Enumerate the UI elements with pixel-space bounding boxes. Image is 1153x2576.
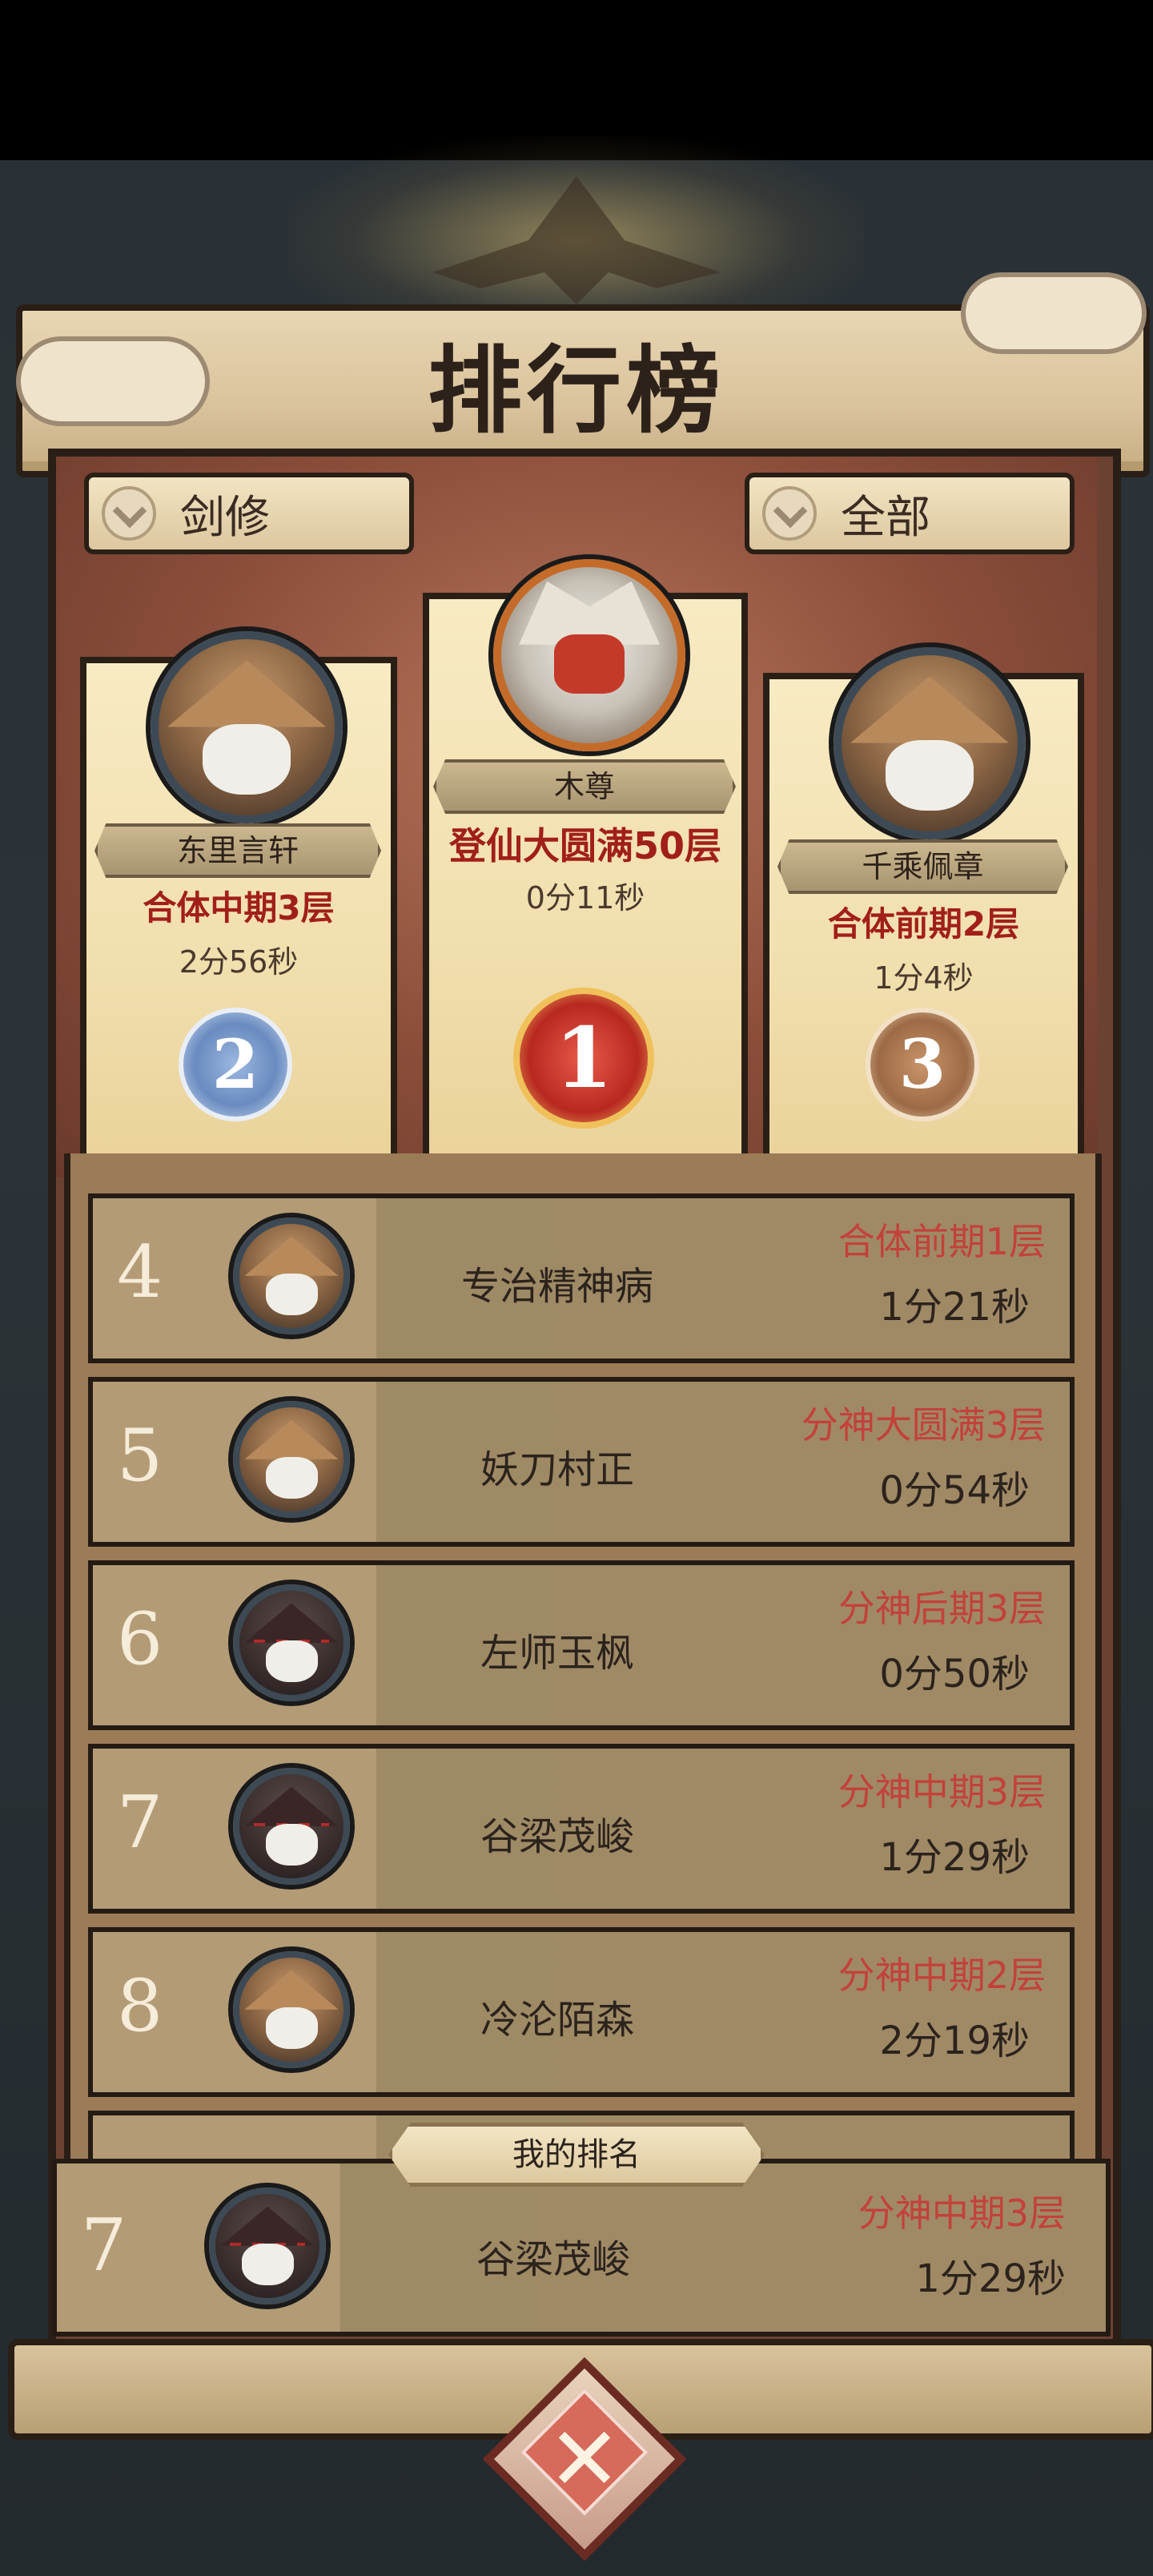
my-rank-number: 7 bbox=[81, 2204, 127, 2288]
row-rank: 8 bbox=[117, 1964, 163, 2048]
row-time: 0分54秒 bbox=[879, 1468, 1030, 1513]
podium-time: 2分56秒 bbox=[179, 944, 299, 980]
podium-name: 千乘佩章 bbox=[777, 839, 1068, 894]
podium-name: 东里言轩 bbox=[94, 823, 381, 878]
podium-time: 0分11秒 bbox=[525, 880, 645, 916]
avatar bbox=[233, 1401, 350, 1518]
podium-name: 木尊 bbox=[433, 759, 736, 814]
avatar bbox=[233, 1584, 350, 1701]
row-name: 妖刀村正 bbox=[480, 1447, 634, 1492]
avatar bbox=[151, 631, 343, 823]
row-realm: 分神大圆满3层 bbox=[801, 1403, 1046, 1447]
table-row[interactable]: 6 左师玉枫 分神后期3层 0分50秒 bbox=[88, 1560, 1075, 1730]
page-title: 排行榜 bbox=[427, 335, 725, 446]
table-row[interactable]: 8 冷沦陌森 分神中期2层 2分19秒 bbox=[88, 1927, 1075, 2097]
avatar bbox=[493, 559, 685, 751]
table-row[interactable]: 7 谷梁茂峻 分神中期3层 1分29秒 bbox=[88, 1744, 1075, 1914]
row-name: 专治精神病 bbox=[460, 1264, 653, 1309]
row-realm: 分神后期3层 bbox=[838, 1587, 1046, 1630]
avatar bbox=[233, 1768, 350, 1885]
row-rank: 5 bbox=[117, 1414, 163, 1498]
chevron-down-icon bbox=[102, 486, 156, 541]
row-name: 谷梁茂峻 bbox=[480, 1814, 634, 1859]
podium-third[interactable]: 千乘佩章 合体前期2层 1分4秒 3 bbox=[763, 647, 1084, 1166]
podium-realm: 登仙大圆满50层 bbox=[448, 824, 721, 867]
rank-medal-gold: 1 bbox=[513, 988, 654, 1129]
row-rank: 4 bbox=[117, 1230, 163, 1314]
row-rank: 6 bbox=[117, 1597, 163, 1681]
my-rank-label: 我的排名 bbox=[388, 2123, 765, 2187]
avatar bbox=[233, 1218, 350, 1334]
my-rank-realm: 分神中期3层 bbox=[858, 2192, 1066, 2235]
podium-realm: 合体前期2层 bbox=[827, 904, 1020, 944]
scope-dropdown-label: 全部 bbox=[841, 491, 930, 544]
table-row[interactable]: 4 专治精神病 合体前期1层 1分21秒 bbox=[88, 1193, 1075, 1363]
row-realm: 分神中期3层 bbox=[838, 1770, 1046, 1813]
scope-dropdown[interactable]: 全部 bbox=[745, 473, 1075, 554]
row-time: 2分19秒 bbox=[879, 2019, 1030, 2063]
row-time: 1分29秒 bbox=[879, 1835, 1030, 1880]
table-row[interactable]: 5 妖刀村正 分神大圆满3层 0分54秒 bbox=[88, 1377, 1075, 1547]
row-rank: 7 bbox=[117, 1781, 163, 1865]
rank-medal-bronze: 3 bbox=[866, 1008, 979, 1121]
avatar bbox=[209, 2188, 326, 2304]
row-realm: 分神中期2层 bbox=[838, 1954, 1046, 1997]
row-time: 0分50秒 bbox=[879, 1652, 1030, 1697]
podium-first[interactable]: 木尊 登仙大圆满50层 0分11秒 1 bbox=[423, 559, 748, 1166]
avatar bbox=[834, 647, 1026, 839]
row-name: 冷沦陌森 bbox=[480, 1998, 634, 2043]
row-time: 1分21秒 bbox=[879, 1285, 1030, 1330]
avatar bbox=[233, 1951, 350, 2068]
row-realm: 合体前期1层 bbox=[838, 1220, 1046, 1263]
podium-second[interactable]: 东里言轩 合体中期3层 2分56秒 2 bbox=[80, 631, 397, 1166]
row-name: 左师玉枫 bbox=[480, 1631, 634, 1676]
close-icon[interactable]: ✕ bbox=[512, 2387, 657, 2531]
sect-dropdown-label: 剑修 bbox=[180, 491, 270, 544]
chevron-down-icon bbox=[762, 486, 817, 541]
podium-realm: 合体中期3层 bbox=[143, 888, 335, 928]
rank-medal-silver: 2 bbox=[179, 1008, 292, 1121]
my-rank-time: 1分29秒 bbox=[915, 2256, 1066, 2301]
sect-dropdown[interactable]: 剑修 bbox=[84, 473, 414, 554]
my-rank-name: 谷梁茂峻 bbox=[476, 2237, 630, 2282]
hat-silhouette-icon bbox=[432, 176, 721, 304]
podium-time: 1分4秒 bbox=[874, 960, 974, 996]
